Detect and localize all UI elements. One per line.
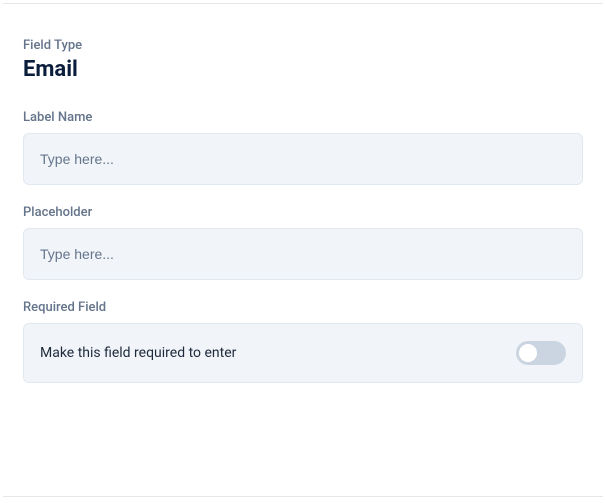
placeholder-input[interactable] [23,228,583,280]
required-field-row: Make this field required to enter [23,323,583,383]
label-name-section: Label Name [23,110,583,185]
required-field-description: Make this field required to enter [40,345,236,361]
toggle-knob [519,344,537,362]
label-name-input[interactable] [23,133,583,185]
placeholder-section: Placeholder [23,205,583,280]
label-name-label: Label Name [23,110,583,125]
required-field-section: Required Field Make this field required … [23,300,583,383]
field-type-value: Email [23,57,583,82]
required-field-label: Required Field [23,300,583,315]
field-type-section: Field Type Email [23,38,583,82]
form-settings-panel: Field Type Email Label Name Placeholder … [3,3,603,497]
placeholder-label: Placeholder [23,205,583,220]
required-field-toggle[interactable] [516,341,566,365]
field-type-label: Field Type [23,38,583,53]
